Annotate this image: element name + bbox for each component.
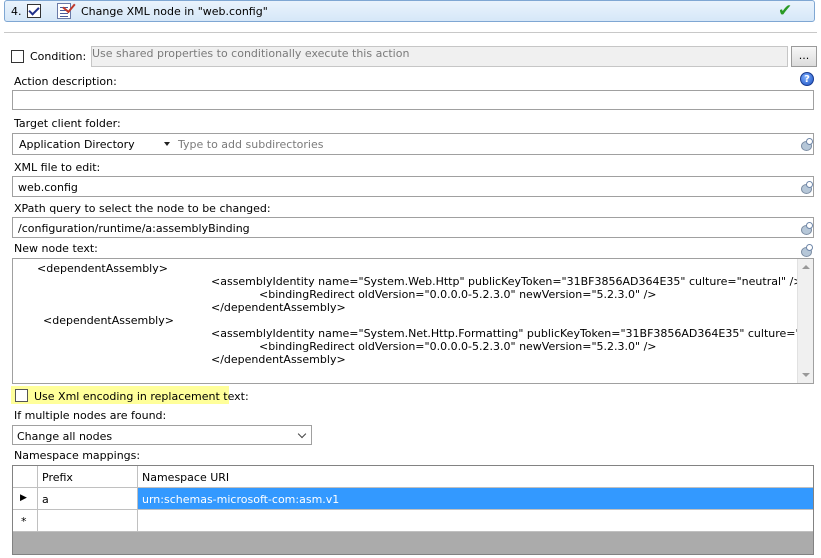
row-header-corner <box>13 466 38 488</box>
row-indicator[interactable]: * <box>13 510 38 532</box>
xml-encoding-label: Use Xml encoding in replacement text: <box>34 390 249 403</box>
new-row[interactable]: * <box>13 510 813 532</box>
condition-label: Condition: <box>30 50 87 63</box>
node-text-line: <bindingRedirect oldVersion="0.0.0.0-5.2… <box>259 340 657 353</box>
target-folder-dropdown[interactable]: Application Directory <box>13 134 173 154</box>
node-text-area[interactable]: <dependentAssembly> <assemblyIdentity na… <box>12 258 814 384</box>
step-number: 4. <box>11 5 22 18</box>
node-text-line: <dependentAssembly> <box>37 262 168 275</box>
xml-file-input[interactable]: web.config <box>12 176 814 197</box>
scroll-up-icon[interactable] <box>802 265 810 269</box>
multiple-nodes-label: If multiple nodes are found: <box>14 409 167 422</box>
column-header-uri[interactable]: Namespace URI <box>138 466 813 488</box>
action-description-label: Action description: <box>14 75 117 88</box>
node-text-line: <assemblyIdentity name="System.Web.Http"… <box>211 275 803 288</box>
divider <box>4 32 817 33</box>
column-header-prefix[interactable]: Prefix <box>38 466 138 488</box>
condition-checkbox[interactable] <box>11 50 24 63</box>
condition-input[interactable]: Use shared properties to conditionally e… <box>91 46 788 67</box>
action-header[interactable]: 4. Change XML node in "web.config" ✔ <box>4 0 815 22</box>
picker-icon[interactable] <box>801 244 813 257</box>
node-text-line: </dependentAssembly> <box>211 353 346 366</box>
enable-action-checkbox[interactable] <box>27 4 41 18</box>
uri-cell[interactable] <box>138 510 813 532</box>
scroll-down-icon[interactable] <box>802 373 810 377</box>
picker-icon[interactable] <box>801 181 813 194</box>
xml-edit-icon <box>57 3 71 19</box>
node-text-line: </dependentAssembly> <box>211 301 346 314</box>
xml-file-label: XML file to edit: <box>14 161 101 174</box>
action-description-input[interactable] <box>12 90 814 110</box>
target-folder-label: Target client folder: <box>14 117 121 130</box>
uri-cell[interactable]: urn:schemas-microsoft-com:asm.v1 <box>138 488 813 510</box>
node-text-label: New node text: <box>14 242 98 255</box>
subdirectories-input[interactable]: Type to add subdirectories <box>178 138 323 151</box>
multiple-nodes-dropdown[interactable]: Change all nodes <box>12 425 312 445</box>
node-text-line: <bindingRedirect oldVersion="0.0.0.0-5.2… <box>259 288 657 301</box>
picker-icon[interactable] <box>801 222 813 235</box>
help-icon[interactable]: ? <box>800 72 814 86</box>
vertical-scrollbar[interactable] <box>797 259 813 383</box>
xpath-label: XPath query to select the node to be cha… <box>14 202 271 215</box>
node-text-line: <assemblyIdentity name="System.Net.Http.… <box>211 327 814 340</box>
chevron-down-icon <box>164 142 170 146</box>
node-text-line: <dependentAssembly> <box>43 314 174 327</box>
table-row[interactable]: ▶ a urn:schemas-microsoft-com:asm.v1 <box>13 488 813 510</box>
grid-header-row: Prefix Namespace URI <box>13 466 813 488</box>
condition-placeholder: Use shared properties to conditionally e… <box>92 47 410 60</box>
checkmark-icon: ✔ <box>778 1 793 21</box>
prefix-cell[interactable]: a <box>38 488 138 510</box>
row-indicator[interactable]: ▶ <box>13 488 38 510</box>
condition-browse-button[interactable]: ... <box>791 46 817 67</box>
picker-icon[interactable] <box>801 138 813 151</box>
xml-encoding-checkbox[interactable] <box>15 389 28 402</box>
namespace-grid[interactable]: Prefix Namespace URI ▶ a urn:schemas-mic… <box>12 465 814 555</box>
namespace-mappings-label: Namespace mappings: <box>14 449 141 462</box>
chevron-down-icon <box>297 429 307 439</box>
prefix-cell[interactable] <box>38 510 138 532</box>
xpath-input[interactable]: /configuration/runtime/a:assemblyBinding <box>12 217 814 238</box>
action-title: Change XML node in "web.config" <box>81 5 268 18</box>
